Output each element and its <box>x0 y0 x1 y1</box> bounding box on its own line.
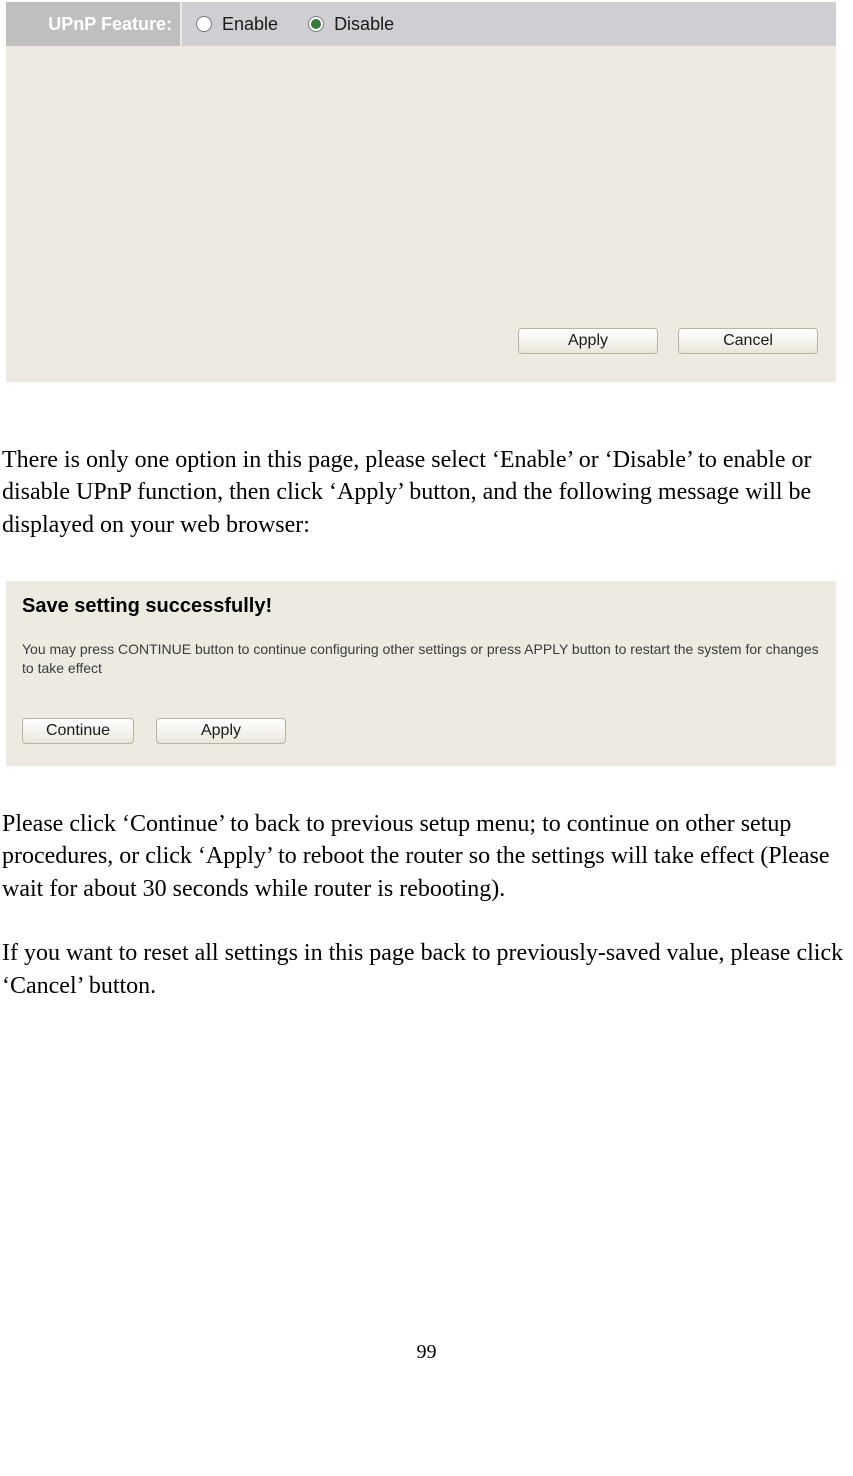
apply-button-confirm[interactable]: Apply <box>156 718 286 744</box>
upnp-settings-panel: UPnP Feature: Enable Disable Apply Cance… <box>6 2 836 382</box>
continue-button[interactable]: Continue <box>22 718 134 744</box>
radio-disable-label: Disable <box>334 14 394 35</box>
radio-enable-label: Enable <box>222 14 278 35</box>
radio-enable[interactable]: Enable <box>196 14 278 35</box>
upnp-feature-label-cell: UPnP Feature: <box>6 2 182 46</box>
save-success-body: You may press CONTINUE button to continu… <box>22 640 820 678</box>
instruction-paragraph-1: There is only one option in this page, p… <box>0 444 853 541</box>
radio-disable-indicator <box>308 16 324 32</box>
page-number: 99 <box>0 1341 853 1364</box>
radio-enable-indicator <box>196 16 212 32</box>
upnp-options: Enable Disable <box>182 2 836 46</box>
instruction-paragraph-3: If you want to reset all settings in thi… <box>0 937 853 1002</box>
save-success-panel: Save setting successfully! You may press… <box>6 581 836 766</box>
instruction-paragraph-2: Please click ‘Continue’ to back to previ… <box>0 808 853 905</box>
upnp-feature-label: UPnP Feature: <box>48 14 172 35</box>
apply-button[interactable]: Apply <box>518 328 658 354</box>
cancel-button[interactable]: Cancel <box>678 328 818 354</box>
radio-disable[interactable]: Disable <box>308 14 394 35</box>
save-success-title: Save setting successfully! <box>22 595 820 618</box>
